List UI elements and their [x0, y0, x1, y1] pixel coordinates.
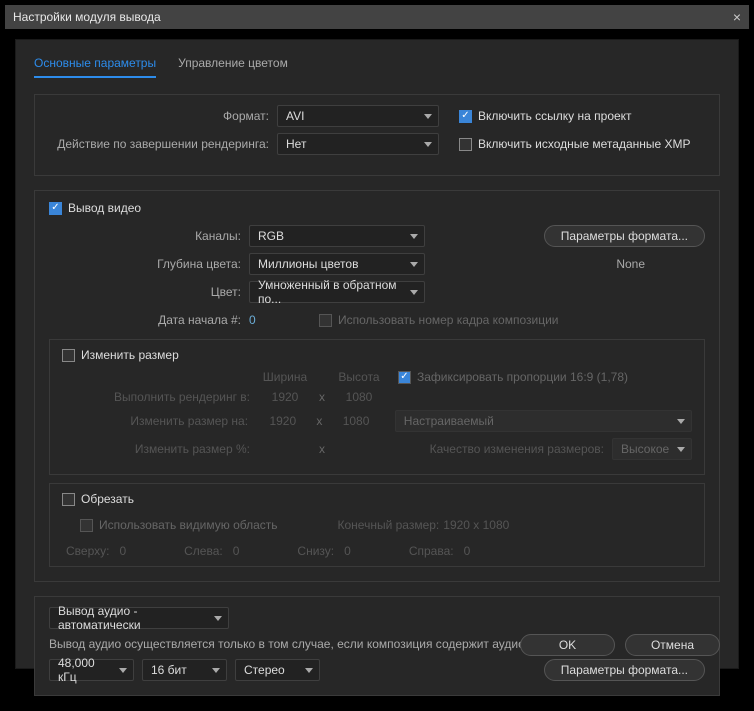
video-output-label: Вывод видео — [68, 201, 141, 215]
crop-checkbox[interactable] — [62, 493, 75, 506]
window-title: Настройки модуля вывода — [13, 10, 161, 24]
crop-label: Обрезать — [81, 492, 134, 506]
tab-color[interactable]: Управление цветом — [178, 56, 288, 78]
width-header: Ширина — [260, 370, 310, 384]
final-size-label: Конечный размер: — [338, 518, 440, 532]
resize-quality-select: Высокое — [612, 438, 692, 460]
format-panel: Формат: AVI Включить ссылку на проект Де… — [34, 94, 720, 176]
format-label: Формат: — [49, 109, 277, 123]
lock-aspect-label: Зафиксировать пропорции 16:9 (1,78) — [417, 370, 628, 384]
crop-left-label: Слева: — [184, 544, 223, 558]
crop-panel: Обрезать Использовать видимую область Ко… — [49, 483, 705, 567]
audio-bits-select[interactable]: 16 бит — [142, 659, 227, 681]
tabs: Основные параметры Управление цветом — [34, 56, 720, 78]
tab-main[interactable]: Основные параметры — [34, 56, 156, 78]
cancel-button[interactable]: Отмена — [625, 634, 720, 656]
render-height: 1080 — [334, 390, 384, 404]
use-comp-frame-checkbox — [319, 314, 332, 327]
audio-mode-select[interactable]: Вывод аудио - автоматически — [49, 607, 229, 629]
depth-select[interactable]: Миллионы цветов — [249, 253, 425, 275]
final-size-value: 1920 x 1080 — [443, 518, 509, 532]
format-select[interactable]: AVI — [277, 105, 439, 127]
audio-format-options-button[interactable]: Параметры формата... — [544, 659, 705, 681]
resize-panel: Изменить размер Ширина Высота Зафиксиров… — [49, 339, 705, 475]
video-panel: Вывод видео Каналы: RGB Параметры формат… — [34, 190, 720, 582]
audio-channels-select[interactable]: Стерео — [235, 659, 320, 681]
titlebar: Настройки модуля вывода × — [5, 5, 749, 29]
use-comp-frame-label: Использовать номер кадра композиции — [338, 313, 559, 327]
use-roi-label: Использовать видимую область — [99, 518, 278, 532]
use-roi-checkbox — [80, 519, 93, 532]
post-render-select[interactable]: Нет — [277, 133, 439, 155]
crop-bottom-value: 0 — [344, 544, 351, 558]
ok-button[interactable]: OK — [520, 634, 615, 656]
post-render-label: Действие по завершении рендеринга: — [49, 137, 277, 151]
crop-right-value: 0 — [464, 544, 471, 558]
resize-label: Изменить размер — [81, 348, 179, 362]
resize-height: 1080 — [331, 414, 380, 428]
video-format-options-button[interactable]: Параметры формата... — [544, 225, 705, 247]
crop-right-label: Справа: — [409, 544, 454, 558]
resize-width: 1920 — [258, 414, 307, 428]
color-label: Цвет: — [49, 285, 249, 299]
video-output-checkbox[interactable] — [49, 202, 62, 215]
render-width: 1920 — [260, 390, 310, 404]
height-header: Высота — [334, 370, 384, 384]
include-link-checkbox[interactable] — [459, 110, 472, 123]
resize-preset-select: Настраиваемый — [395, 410, 692, 432]
channels-label: Каналы: — [49, 229, 249, 243]
include-link-label: Включить ссылку на проект — [478, 109, 632, 123]
crop-bottom-label: Снизу: — [297, 544, 334, 558]
video-none-text: None — [616, 257, 645, 271]
render-at-label: Выполнить рендеринг в: — [62, 390, 260, 404]
channels-select[interactable]: RGB — [249, 225, 425, 247]
resize-pct-label: Изменить размер %: — [62, 442, 260, 456]
start-frame-value[interactable]: 0 — [249, 313, 289, 327]
depth-label: Глубина цвета: — [49, 257, 249, 271]
lock-aspect-checkbox — [398, 371, 411, 384]
crop-top-value: 0 — [119, 544, 126, 558]
include-xmp-checkbox[interactable] — [459, 138, 472, 151]
resize-quality-label: Качество изменения размеров: — [430, 442, 604, 456]
audio-rate-select[interactable]: 48,000 кГц — [49, 659, 134, 681]
resize-to-label: Изменить размер на: — [62, 414, 258, 428]
crop-left-value: 0 — [233, 544, 240, 558]
crop-top-label: Сверху: — [66, 544, 109, 558]
color-select[interactable]: Умноженный в обратном по... — [249, 281, 425, 303]
include-xmp-label: Включить исходные метаданные XMP — [478, 137, 691, 151]
close-icon[interactable]: × — [733, 9, 741, 25]
start-frame-label: Дата начала #: — [49, 313, 249, 327]
resize-checkbox[interactable] — [62, 349, 75, 362]
